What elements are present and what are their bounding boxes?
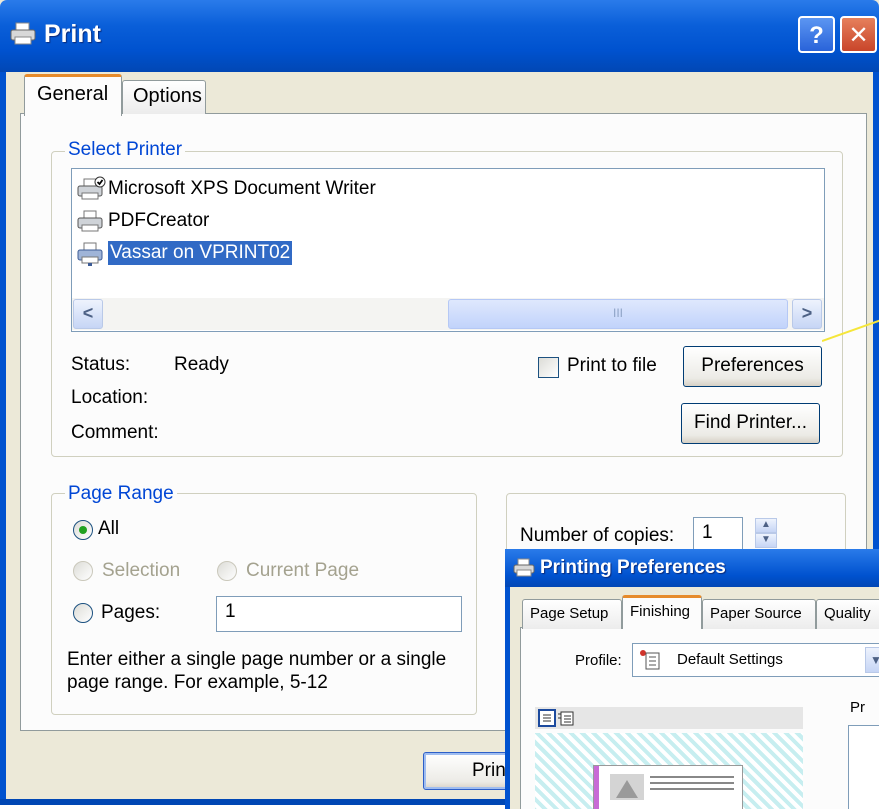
chevron-up-icon: ▲ xyxy=(761,519,771,530)
preferences-side-label: Pr xyxy=(850,699,865,716)
printing-preferences-dialog: Printing Preferences Page Setup Finishin… xyxy=(505,549,879,809)
single-page-view-icon[interactable] xyxy=(538,709,556,727)
close-icon: ✕ xyxy=(848,22,869,49)
callout-line xyxy=(822,319,879,342)
preview-binding-edge xyxy=(594,766,599,809)
chevron-down-icon: ▼ xyxy=(870,653,879,667)
radio-selected-dot xyxy=(79,526,87,534)
profile-dropdown-button[interactable]: ▼ xyxy=(865,647,879,673)
scroll-right-button[interactable]: > xyxy=(792,299,822,329)
tab-general[interactable]: General xyxy=(24,74,122,116)
window-frame-left xyxy=(0,72,6,805)
close-button[interactable]: ✕ xyxy=(840,16,877,53)
preferences-body: Page Setup Finishing Paper Source Qualit… xyxy=(510,587,879,809)
window-title: Print xyxy=(44,20,101,48)
chevron-left-icon: < xyxy=(82,303,94,323)
printer-item-vassar[interactable]: Vassar on VPRINT02 xyxy=(72,237,824,269)
page-preview xyxy=(535,733,803,809)
printer-title-icon xyxy=(513,558,535,577)
tab-finishing[interactable]: Finishing xyxy=(622,595,702,629)
status-label: Status: xyxy=(71,354,131,375)
copies-label: Number of copies: xyxy=(520,525,675,546)
preferences-title: Printing Preferences xyxy=(540,557,726,578)
preview-text-line xyxy=(650,788,734,790)
tab-page-setup[interactable]: Page Setup xyxy=(522,599,622,629)
copies-spin-up[interactable]: ▲ xyxy=(755,518,777,533)
chevron-down-icon: ▼ xyxy=(761,534,771,545)
printer-default-icon xyxy=(77,176,106,200)
chevron-right-icon: > xyxy=(801,303,813,323)
page-range-legend: Page Range xyxy=(65,483,177,505)
profile-value: Default Settings xyxy=(677,651,783,668)
tab-paper-source[interactable]: Paper Source xyxy=(702,599,816,629)
radio-selection[interactable] xyxy=(73,561,93,581)
select-printer-legend: Select Printer xyxy=(65,139,186,161)
printer-name: Microsoft XPS Document Writer xyxy=(108,178,376,199)
printer-icon xyxy=(77,210,103,232)
radio-selection-label: Selection xyxy=(102,560,181,581)
help-button[interactable]: ? xyxy=(798,16,835,53)
question-icon: ? xyxy=(809,22,824,49)
page-range-help-text: Enter either a single page number or a s… xyxy=(67,649,447,693)
radio-pages-label: Pages: xyxy=(101,602,161,623)
printer-name: Vassar on VPRINT02 xyxy=(108,241,293,265)
radio-current-page[interactable] xyxy=(217,561,237,581)
preview-image-icon xyxy=(610,774,644,800)
title-bar[interactable] xyxy=(0,0,879,72)
scroll-left-button[interactable]: < xyxy=(73,299,103,329)
print-to-file-label: Print to file xyxy=(567,355,657,376)
preview-text-line xyxy=(650,776,734,778)
radio-all[interactable] xyxy=(73,520,93,540)
find-printer-button[interactable]: Find Printer... xyxy=(681,403,820,444)
profile-label: Profile: xyxy=(575,652,622,669)
preview-page xyxy=(593,765,743,809)
preview-text-line xyxy=(650,782,734,784)
printer-name: PDFCreator xyxy=(108,210,210,231)
preferences-button[interactable]: Preferences xyxy=(683,346,822,387)
copies-spin-down[interactable]: ▼ xyxy=(755,533,777,548)
tab-options[interactable]: Options xyxy=(122,80,206,114)
preview-toolbar xyxy=(535,707,803,729)
printer-list-scrollbar[interactable]: < III > xyxy=(72,298,824,330)
location-label: Location: xyxy=(71,387,149,408)
pages-input[interactable]: 1 xyxy=(216,596,462,632)
network-printer-icon xyxy=(77,242,103,266)
printer-title-icon xyxy=(10,22,36,45)
status-value: Ready xyxy=(174,354,229,375)
printer-item-pdfcreator[interactable]: PDFCreator xyxy=(72,205,824,237)
preferences-side-box xyxy=(848,725,879,809)
profile-select[interactable]: Default Settings ▼ xyxy=(632,643,879,677)
tab-quality[interactable]: Quality xyxy=(816,599,879,629)
printer-item-xps[interactable]: Microsoft XPS Document Writer xyxy=(72,173,824,205)
radio-all-label: All xyxy=(98,518,120,539)
profile-icon xyxy=(640,650,660,670)
multi-page-view-icon[interactable] xyxy=(557,709,575,727)
comment-label: Comment: xyxy=(71,422,159,443)
radio-current-page-label: Current Page xyxy=(246,560,360,581)
print-to-file-checkbox[interactable] xyxy=(538,357,559,378)
copies-input[interactable]: 1 xyxy=(693,517,743,551)
radio-pages[interactable] xyxy=(73,603,93,623)
scroll-thumb[interactable]: III xyxy=(448,299,788,329)
